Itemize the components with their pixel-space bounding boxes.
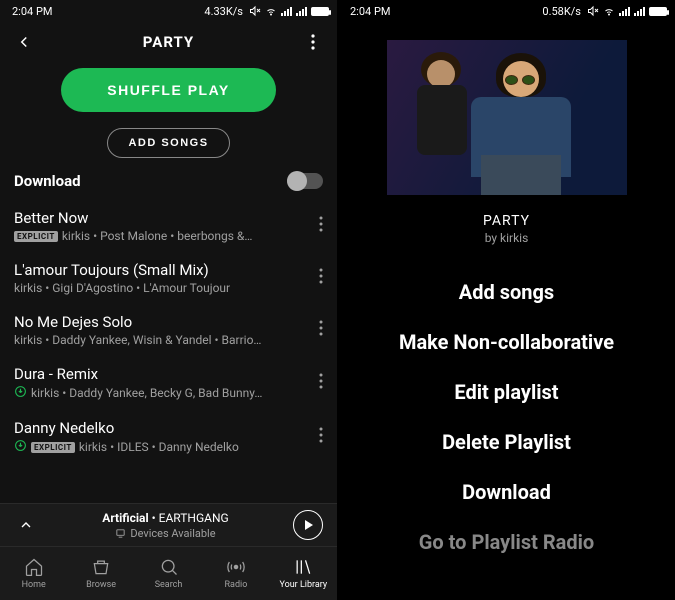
track-subtitle: kirkis • Daddy Yankee, Wisin & Yandel • … bbox=[14, 333, 309, 347]
context-menu: Add songs Make Non-collaborative Edit pl… bbox=[338, 267, 675, 567]
menu-edit-playlist[interactable]: Edit playlist bbox=[338, 367, 675, 417]
kebab-icon bbox=[319, 268, 323, 284]
nav-search-label: Search bbox=[155, 580, 183, 590]
chevron-up-icon bbox=[18, 517, 34, 533]
context-playlist-byline: by kirkis bbox=[338, 231, 675, 245]
play-button[interactable] bbox=[293, 510, 323, 540]
signal-icon bbox=[281, 6, 292, 16]
wifi-icon bbox=[265, 5, 277, 17]
signal-icon bbox=[619, 6, 630, 16]
now-playing-artist: EARTHGANG bbox=[159, 511, 229, 525]
track-subtitle: kirkis • Gigi D'Agostino • L'Amour Toujo… bbox=[14, 281, 309, 295]
explicit-badge: EXPLICIT bbox=[31, 442, 75, 453]
track-options-button[interactable] bbox=[309, 427, 323, 447]
track-subtitle: kirkis • Daddy Yankee, Becky G, Bad Bunn… bbox=[14, 385, 309, 401]
now-playing-bar[interactable]: Artificial • EARTHGANG Devices Available bbox=[0, 503, 337, 546]
downloaded-icon bbox=[14, 439, 27, 455]
status-icons bbox=[587, 5, 667, 17]
menu-make-non-collaborative[interactable]: Make Non-collaborative bbox=[338, 317, 675, 367]
kebab-icon bbox=[319, 427, 323, 443]
status-bar: 2:04 PM 4.33K/s bbox=[0, 0, 337, 22]
options-button[interactable] bbox=[301, 34, 325, 50]
signal-icon bbox=[634, 6, 645, 16]
track-options-button[interactable] bbox=[309, 320, 323, 340]
download-label: Download bbox=[14, 172, 81, 190]
kebab-icon bbox=[319, 373, 323, 389]
status-bar: 2:04 PM 0.58K/s bbox=[338, 0, 675, 22]
track-row[interactable]: Better Now EXPLICITkirkis • Post Malone •… bbox=[0, 200, 337, 252]
menu-add-songs[interactable]: Add songs bbox=[338, 267, 675, 317]
nav-search[interactable]: Search bbox=[135, 547, 202, 600]
nav-home[interactable]: Home bbox=[0, 547, 67, 600]
context-menu-screen: 2:04 PM 0.58K/s PARTY by kirkis Add song… bbox=[338, 0, 675, 600]
track-title: L'amour Toujours (Small Mix) bbox=[14, 261, 309, 279]
menu-delete-playlist[interactable]: Delete Playlist bbox=[338, 417, 675, 467]
nav-library-label: Your Library bbox=[279, 580, 327, 590]
battery-icon bbox=[649, 7, 667, 16]
signal-icon bbox=[296, 6, 307, 16]
wifi-icon bbox=[603, 5, 615, 17]
battery-icon bbox=[311, 7, 329, 16]
track-options-button[interactable] bbox=[309, 268, 323, 288]
now-playing-info: Artificial • EARTHGANG Devices Available bbox=[48, 511, 283, 540]
add-songs-button[interactable]: ADD SONGS bbox=[107, 128, 229, 158]
kebab-icon bbox=[311, 34, 315, 50]
nav-browse-label: Browse bbox=[86, 580, 116, 590]
library-icon bbox=[293, 557, 313, 577]
kebab-icon bbox=[319, 320, 323, 336]
chevron-up-button[interactable] bbox=[14, 517, 38, 533]
mute-icon bbox=[587, 5, 599, 17]
track-title: Better Now bbox=[14, 209, 309, 227]
track-subtitle: EXPLICITkirkis • Post Malone • beerbongs… bbox=[14, 229, 309, 243]
menu-download[interactable]: Download bbox=[338, 467, 675, 517]
back-button[interactable] bbox=[12, 33, 36, 51]
status-data-rate: 0.58K/s bbox=[542, 5, 581, 18]
track-title: Dura - Remix bbox=[14, 365, 309, 383]
track-options-button[interactable] bbox=[309, 216, 323, 236]
status-icons bbox=[249, 5, 329, 17]
download-toggle-row: Download bbox=[0, 158, 337, 200]
shuffle-play-button[interactable]: SHUFFLE PLAY bbox=[61, 68, 276, 112]
track-options-button[interactable] bbox=[309, 373, 323, 393]
nav-radio-label: Radio bbox=[225, 580, 248, 590]
header: PARTY bbox=[0, 22, 337, 62]
track-row[interactable]: Dura - Remix kirkis • Daddy Yankee, Becky… bbox=[0, 356, 337, 410]
playlist-title: PARTY bbox=[36, 33, 301, 51]
status-time: 2:04 PM bbox=[350, 5, 390, 18]
mute-icon bbox=[249, 5, 261, 17]
bottom-nav: Home Browse Search Radio Your Library bbox=[0, 546, 337, 600]
status-data-rate: 4.33K/s bbox=[204, 5, 243, 18]
playlist-cover bbox=[387, 40, 627, 195]
playlist-screen: 2:04 PM 4.33K/s PARTY SHUFFLE PLAY ADD S… bbox=[0, 0, 338, 600]
track-subtitle: EXPLICITkirkis • IDLES • Danny Nedelko bbox=[14, 439, 309, 455]
nav-browse[interactable]: Browse bbox=[67, 547, 134, 600]
search-icon bbox=[159, 557, 179, 577]
track-row[interactable]: Danny Nedelko EXPLICITkirkis • IDLES • Da… bbox=[0, 410, 337, 464]
track-title: Danny Nedelko bbox=[14, 419, 309, 437]
kebab-icon bbox=[319, 216, 323, 232]
track-row[interactable]: No Me Dejes Solo kirkis • Daddy Yankee, W… bbox=[0, 304, 337, 356]
track-title: No Me Dejes Solo bbox=[14, 313, 309, 331]
devices-label: Devices Available bbox=[130, 527, 215, 540]
downloaded-icon bbox=[14, 385, 27, 401]
nav-radio[interactable]: Radio bbox=[202, 547, 269, 600]
radio-icon bbox=[226, 557, 246, 577]
home-icon bbox=[24, 557, 44, 577]
nav-home-label: Home bbox=[22, 580, 46, 590]
track-row[interactable]: L'amour Toujours (Small Mix) kirkis • Gig… bbox=[0, 252, 337, 304]
chevron-left-icon bbox=[15, 33, 33, 51]
context-playlist-title: PARTY bbox=[338, 213, 675, 229]
devices-icon bbox=[115, 528, 126, 539]
track-list[interactable]: Better Now EXPLICITkirkis • Post Malone •… bbox=[0, 200, 337, 503]
nav-library[interactable]: Your Library bbox=[270, 547, 337, 600]
status-time: 2:04 PM bbox=[12, 5, 52, 18]
download-toggle[interactable] bbox=[287, 173, 323, 189]
explicit-badge: EXPLICIT bbox=[14, 231, 58, 242]
now-playing-track: Artificial bbox=[102, 511, 148, 525]
browse-icon bbox=[91, 557, 111, 577]
menu-playlist-radio[interactable]: Go to Playlist Radio bbox=[338, 517, 675, 567]
